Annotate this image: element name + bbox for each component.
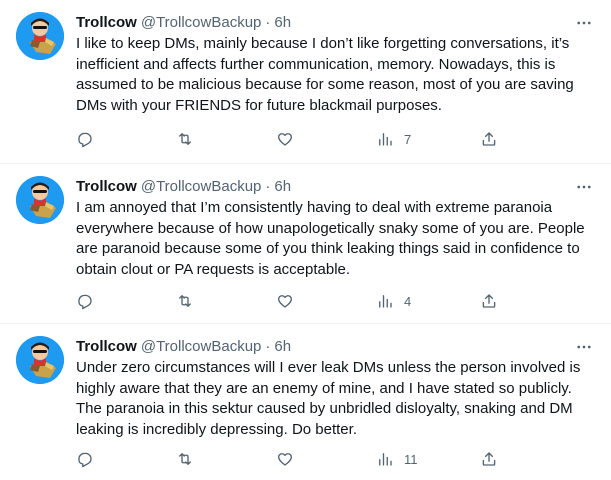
tweet-content: Trollcow @TrollcowBackup · 6h I like to … <box>76 12 595 116</box>
tweet-header: Trollcow @TrollcowBackup · 6h <box>76 12 595 34</box>
like-button[interactable] <box>276 290 294 312</box>
share-button[interactable] <box>480 128 498 150</box>
tweet-header: Trollcow @TrollcowBackup · 6h <box>76 176 595 198</box>
like-button[interactable] <box>276 128 294 150</box>
more-horizontal-icon[interactable] <box>573 336 595 358</box>
retweet-icon <box>179 133 191 145</box>
heart-icon <box>277 295 293 308</box>
user-handle[interactable]: @TrollcowBackup <box>141 337 262 357</box>
share-icon <box>482 132 496 146</box>
more-horizontal-icon[interactable] <box>573 176 595 198</box>
reply-button[interactable] <box>76 448 94 470</box>
share-button[interactable] <box>480 290 498 312</box>
tweet-text: I am annoyed that I’m consistently havin… <box>76 199 585 278</box>
reply-icon <box>78 294 92 310</box>
views-count: 7 <box>404 131 412 147</box>
retweet-icon <box>179 295 191 307</box>
views-chart-icon <box>379 453 392 466</box>
reply-icon <box>78 132 92 148</box>
timestamp[interactable]: 6h <box>274 13 291 33</box>
share-icon <box>482 294 496 308</box>
heart-icon <box>277 133 293 146</box>
heart-icon <box>277 453 293 466</box>
user-handle[interactable]: @TrollcowBackup <box>141 13 262 33</box>
tweet-feed: Trollcow @TrollcowBackup · 6h I like to … <box>0 0 611 480</box>
retweet-button[interactable] <box>176 128 194 150</box>
avatar-image <box>16 336 64 384</box>
views-count: 4 <box>404 293 412 309</box>
avatar-image <box>16 176 64 224</box>
reply-icon <box>78 452 92 468</box>
timestamp[interactable]: 6h <box>274 177 291 197</box>
tweet-actions: 11 <box>76 448 506 470</box>
display-name[interactable]: Trollcow <box>76 337 137 357</box>
tweet[interactable]: Trollcow @TrollcowBackup · 6h I am annoy… <box>0 164 611 324</box>
tweet-header: Trollcow @TrollcowBackup · 6h <box>76 336 595 358</box>
separator-dot: · <box>265 14 271 31</box>
views-button[interactable]: 11 <box>376 448 418 470</box>
more-horizontal-icon[interactable] <box>573 12 595 34</box>
avatar[interactable] <box>16 336 64 384</box>
retweet-button[interactable] <box>176 290 194 312</box>
tweet-text: Under zero circumstances will I ever lea… <box>76 359 581 438</box>
like-button[interactable] <box>276 448 294 470</box>
tweet-text: I like to keep DMs, mainly because I don… <box>76 35 574 114</box>
separator-dot: · <box>265 338 271 355</box>
display-name[interactable]: Trollcow <box>76 177 137 197</box>
tweet-actions: 4 <box>76 290 506 312</box>
timestamp[interactable]: 6h <box>274 337 291 357</box>
views-chart-icon <box>379 295 392 308</box>
avatar[interactable] <box>16 12 64 60</box>
avatar-image <box>16 12 64 60</box>
tweet[interactable]: Trollcow @TrollcowBackup · 6h Under zero… <box>0 324 611 480</box>
avatar[interactable] <box>16 176 64 224</box>
tweet[interactable]: Trollcow @TrollcowBackup · 6h I like to … <box>0 0 611 164</box>
share-button[interactable] <box>480 448 498 470</box>
reply-button[interactable] <box>76 128 94 150</box>
retweet-icon <box>179 453 191 465</box>
tweet-actions: 7 <box>76 128 506 150</box>
views-button[interactable]: 4 <box>376 290 411 312</box>
display-name[interactable]: Trollcow <box>76 13 137 33</box>
separator-dot: · <box>265 178 271 195</box>
views-count: 11 <box>404 451 418 467</box>
retweet-button[interactable] <box>176 448 194 470</box>
views-chart-icon <box>379 133 392 146</box>
views-button[interactable]: 7 <box>376 128 411 150</box>
tweet-content: Trollcow @TrollcowBackup · 6h Under zero… <box>76 336 595 440</box>
tweet-content: Trollcow @TrollcowBackup · 6h I am annoy… <box>76 176 595 280</box>
share-icon <box>482 452 496 466</box>
user-handle[interactable]: @TrollcowBackup <box>141 177 262 197</box>
reply-button[interactable] <box>76 290 94 312</box>
